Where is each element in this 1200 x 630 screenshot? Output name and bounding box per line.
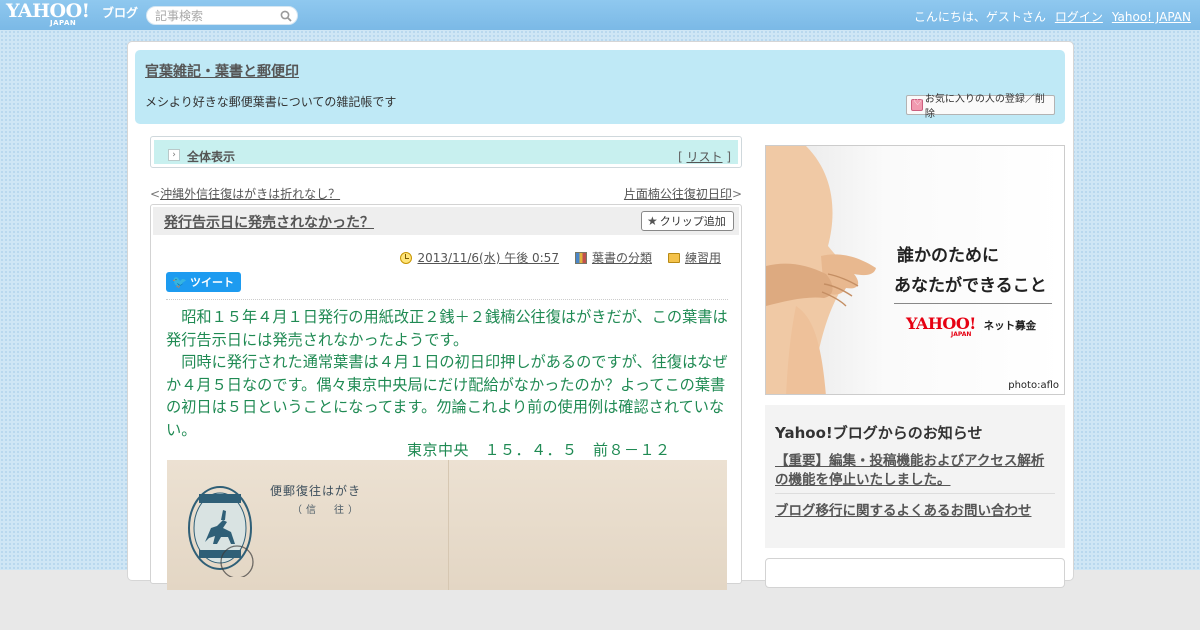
- category-link[interactable]: 葉書の分類: [592, 249, 652, 266]
- all-view-band: › 全体表示 [ リスト ]: [154, 140, 738, 164]
- article-header: 発行告示日に発売されなかった？ ★ クリップ追加: [153, 207, 739, 235]
- notice-link[interactable]: 【重要】編集・投稿機能およびアクセス解析の機能を停止いたしました。: [775, 452, 1057, 490]
- ad-headline-1: 誰かのために: [897, 246, 999, 266]
- article-date[interactable]: 2013/11/6(水) 午後 0:57: [417, 249, 558, 266]
- prev-article-nav: <沖縄外信往復はがきは折れなし？: [150, 185, 340, 202]
- login-link[interactable]: ログイン: [1055, 10, 1103, 24]
- next-article-nav: 片面楠公往復初日印>: [624, 185, 742, 202]
- article-meta: 2013/11/6(水) 午後 0:57 葉書の分類 練習用: [400, 249, 721, 266]
- heart-icon: [911, 97, 923, 111]
- greeting-text: こんにちは、ゲストさん: [913, 10, 1046, 24]
- logo-service: ブログ: [102, 6, 139, 20]
- yahoo-japan-link[interactable]: Yahoo! JAPAN: [1112, 10, 1191, 24]
- search-box: [146, 6, 298, 25]
- ad-headline-2: あなたができること: [894, 276, 1047, 296]
- logo-sub: JAPAN: [50, 19, 77, 27]
- postcard-subtitle: （信 往）: [292, 505, 362, 516]
- ad-divider: [894, 303, 1052, 304]
- list-link[interactable]: リスト: [686, 150, 722, 164]
- blog-description: メシより好きな郵便葉書についての雑記帳です: [145, 95, 397, 109]
- list-view-toggle: [ リスト ]: [678, 148, 731, 165]
- blog-title[interactable]: 官葉雑記・葉書と郵便印: [145, 61, 299, 81]
- clip-add-button[interactable]: ★ クリップ追加: [641, 211, 734, 231]
- folder-group: 練習用: [667, 249, 721, 266]
- ad-service-name: ネット募金: [983, 320, 1037, 332]
- prev-marker: <: [150, 187, 161, 201]
- star-icon: ★: [647, 214, 658, 228]
- next-article-link[interactable]: 片面楠公往復初日印: [624, 187, 732, 201]
- chevron-right-icon: ›: [168, 149, 180, 161]
- clock-icon: [400, 251, 413, 264]
- blog-header: 官葉雑記・葉書と郵便印 メシより好きな郵便葉書についての雑記帳です お気に入りの…: [135, 50, 1065, 124]
- postcard-image: 便郵復往はがき （信 往）: [167, 460, 727, 590]
- postmark-text: 東京中央 １５．４．５ 前８－１２: [407, 441, 671, 459]
- user-area: こんにちは、ゲストさん ログイン Yahoo! JAPAN: [914, 8, 1191, 25]
- search-input[interactable]: [155, 8, 275, 23]
- postcard-title: 便郵復往はがき: [270, 484, 362, 498]
- all-view-bar: › 全体表示 [ リスト ]: [150, 136, 742, 168]
- article-body: 昭和１５年４月１日発行の用紙改正２銭＋２銭楠公往復はがきだが、この葉書は発行告示…: [166, 306, 730, 441]
- divider: [166, 299, 728, 300]
- bracket-close: ]: [722, 150, 731, 164]
- category-group: 葉書の分類: [574, 249, 652, 266]
- sidebar-box: [765, 558, 1065, 588]
- clip-button-label: クリップ追加: [659, 215, 726, 228]
- books-icon: [574, 251, 587, 264]
- folder-link[interactable]: 練習用: [685, 249, 721, 266]
- tweet-button[interactable]: 🐦 ツイート: [166, 272, 241, 292]
- prev-article-link[interactable]: 沖縄外信往復はがきは折れなし？: [160, 187, 340, 201]
- paragraph: 同時に発行された通常葉書は４月１日の初日印押しがあるのですが、往復はなぜか４月５…: [166, 353, 728, 439]
- ad-brand-sub: JAPAN: [951, 331, 972, 338]
- logo-brand: YAHOO!: [6, 0, 90, 22]
- notice-title: Yahoo!ブログからのお知らせ: [775, 424, 983, 442]
- notice-link[interactable]: ブログ移行に関するよくあるお問い合わせ: [775, 499, 1032, 519]
- search-icon[interactable]: [280, 10, 292, 22]
- postcard-fold-line: [448, 460, 449, 590]
- divider: [775, 493, 1055, 494]
- article-title[interactable]: 発行告示日に発売されなかった？: [164, 212, 374, 232]
- article: 発行告示日に発売されなかった？ ★ クリップ追加 2013/11/6(水) 午後…: [150, 204, 742, 590]
- tweet-label: ツイート: [189, 276, 234, 289]
- stamp-icon: [187, 482, 257, 579]
- favorite-button-label: お気に入りの人の登録／削除: [924, 94, 1045, 120]
- charity-ad-banner[interactable]: 誰かのために あなたができること YAHOO! JAPAN ネット募金 phot…: [765, 145, 1065, 395]
- notice-box: Yahoo!ブログからのお知らせ 【重要】編集・投稿機能およびアクセス解析の機能…: [765, 405, 1065, 548]
- ad-brand: YAHOO! JAPAN ネット募金: [906, 314, 1037, 338]
- folder-icon: [667, 252, 680, 263]
- twitter-bird-icon: 🐦: [172, 275, 187, 289]
- top-bar: YAHOO! JAPAN ブログ こんにちは、ゲストさんログイン Yahoo! J…: [0, 0, 1200, 30]
- photo-credit: photo:aflo: [1008, 380, 1059, 391]
- favorite-register-button[interactable]: お気に入りの人の登録／削除: [906, 94, 1055, 120]
- all-view-label[interactable]: 全体表示: [187, 148, 235, 165]
- paragraph: 昭和１５年４月１日発行の用紙改正２銭＋２銭楠公往復はがきだが、この葉書は発行告示…: [166, 308, 728, 349]
- next-marker: >: [731, 187, 742, 201]
- yahoo-blog-logo[interactable]: YAHOO! JAPAN ブログ: [6, 0, 141, 28]
